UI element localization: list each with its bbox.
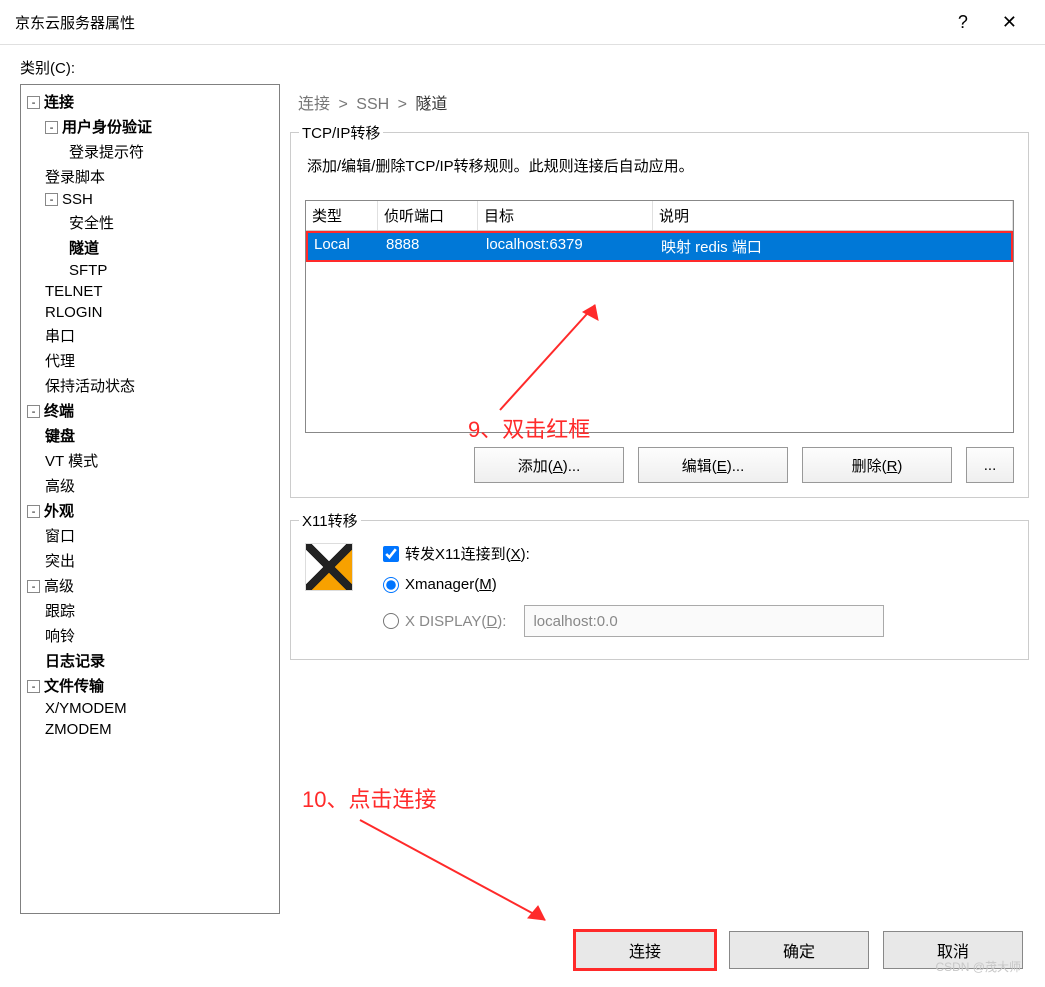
tree-login-prompt[interactable]: 登录提示符: [69, 144, 144, 161]
tree-highlight[interactable]: 突出: [45, 553, 75, 570]
tcpip-table[interactable]: 类型 侦听端口 目标 说明 Local 8888 localhost:6379 …: [305, 200, 1014, 433]
col-type[interactable]: 类型: [306, 201, 378, 230]
tcpip-instruction: 添加/编辑/删除TCP/IP转移规则。此规则连接后自动应用。: [307, 155, 1014, 176]
tree-tunnel[interactable]: 隧道: [69, 240, 99, 257]
tree-appearance[interactable]: 外观: [44, 503, 74, 520]
tree-connection[interactable]: 连接: [44, 94, 74, 111]
tcpip-legend: TCP/IP转移: [299, 122, 383, 143]
connect-button[interactable]: 连接: [575, 931, 715, 969]
tree-window[interactable]: 窗口: [45, 528, 75, 545]
edit-button[interactable]: 编辑(E)...: [638, 447, 788, 483]
collapse-icon[interactable]: -: [45, 193, 58, 206]
xmanager-radio[interactable]: [383, 577, 399, 593]
close-icon[interactable]: ✕: [994, 8, 1025, 37]
cell-desc: 映射 redis 端口: [655, 233, 1011, 260]
tree-bell[interactable]: 响铃: [45, 628, 75, 645]
tree-xymodem[interactable]: X/YMODEM: [45, 700, 127, 717]
tree-ssh[interactable]: SSH: [62, 191, 93, 208]
col-desc[interactable]: 说明: [653, 201, 1013, 230]
table-row[interactable]: Local 8888 localhost:6379 映射 redis 端口: [306, 231, 1013, 262]
tree-telnet[interactable]: TELNET: [45, 283, 103, 300]
x11-legend: X11转移: [299, 510, 361, 531]
ok-button[interactable]: 确定: [729, 931, 869, 969]
collapse-icon[interactable]: -: [27, 505, 40, 518]
tree-sftp[interactable]: SFTP: [69, 262, 107, 279]
xdisplay-input: [524, 605, 884, 637]
forward-x11-checkbox[interactable]: [383, 546, 399, 562]
remove-button[interactable]: 删除(R): [802, 447, 952, 483]
more-button[interactable]: ...: [966, 447, 1014, 483]
category-label: 类别(C):: [20, 57, 1035, 78]
tree-filetransfer[interactable]: 文件传输: [44, 678, 104, 695]
col-port[interactable]: 侦听端口: [378, 201, 478, 230]
tree-log[interactable]: 日志记录: [45, 653, 105, 670]
tcpip-groupbox: TCP/IP转移 添加/编辑/删除TCP/IP转移规则。此规则连接后自动应用。 …: [290, 132, 1029, 498]
x11-groupbox: X11转移 转发X11连接到(X): Xmanager(M): [290, 520, 1029, 660]
cell-port: 8888: [380, 233, 480, 260]
tree-terminal[interactable]: 终端: [44, 403, 74, 420]
tree-trace[interactable]: 跟踪: [45, 603, 75, 620]
breadcrumb: 连接 > SSH > 隧道: [290, 84, 1029, 120]
crumb-tunnel: 隧道: [415, 96, 447, 113]
collapse-icon[interactable]: -: [45, 121, 58, 134]
crumb-ssh[interactable]: SSH: [356, 96, 389, 113]
crumb-connection[interactable]: 连接: [298, 96, 330, 113]
watermark: CSDN @茂大师: [935, 958, 1021, 975]
tree-adv-term[interactable]: 高级: [45, 478, 75, 495]
cell-target: localhost:6379: [480, 233, 655, 260]
xmanager-icon: [305, 543, 353, 591]
forward-x11-label: 转发X11连接到(X):: [405, 543, 530, 564]
tree-security[interactable]: 安全性: [69, 215, 114, 232]
help-icon[interactable]: ?: [950, 8, 976, 37]
collapse-icon[interactable]: -: [27, 96, 40, 109]
titlebar: 京东云服务器属性 ? ✕: [0, 0, 1045, 45]
collapse-icon[interactable]: -: [27, 405, 40, 418]
xmanager-label: Xmanager(M): [405, 576, 497, 593]
collapse-icon[interactable]: -: [27, 580, 40, 593]
cell-type: Local: [308, 233, 380, 260]
collapse-icon[interactable]: -: [27, 680, 40, 693]
category-tree[interactable]: -连接 -用户身份验证 登录提示符 登录脚本 -SSH 安全性 隧道 SFTP …: [20, 84, 280, 914]
window-title: 京东云服务器属性: [15, 12, 135, 33]
tree-advanced[interactable]: 高级: [44, 578, 74, 595]
xdisplay-label: X DISPLAY(D):: [405, 613, 506, 630]
tree-login-script[interactable]: 登录脚本: [45, 169, 105, 186]
tree-serial[interactable]: 串口: [45, 328, 75, 345]
tree-zmodem[interactable]: ZMODEM: [45, 721, 112, 738]
tree-vtmode[interactable]: VT 模式: [45, 453, 98, 470]
tree-keepalive[interactable]: 保持活动状态: [45, 378, 135, 395]
table-header: 类型 侦听端口 目标 说明: [306, 201, 1013, 231]
col-target[interactable]: 目标: [478, 201, 653, 230]
tree-keyboard[interactable]: 键盘: [45, 428, 75, 445]
xdisplay-radio[interactable]: [383, 613, 399, 629]
tree-rlogin[interactable]: RLOGIN: [45, 304, 103, 321]
tree-auth[interactable]: 用户身份验证: [62, 119, 152, 136]
tree-proxy[interactable]: 代理: [45, 353, 75, 370]
add-button[interactable]: 添加(A)...: [474, 447, 624, 483]
